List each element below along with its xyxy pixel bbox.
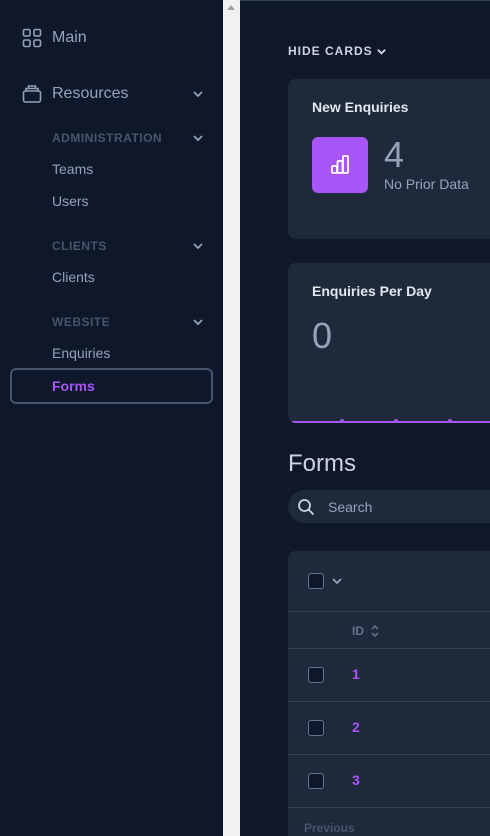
nav-resources[interactable]: Resources: [0, 80, 223, 108]
section-website-title: WEBSITE: [52, 315, 111, 329]
card-title: New Enquiries: [312, 99, 409, 115]
row-id-link[interactable]: 1: [352, 666, 360, 682]
chevron-down-icon[interactable]: [192, 316, 204, 328]
chevron-down-icon[interactable]: [192, 88, 204, 100]
nav-main-label: Main: [52, 29, 87, 46]
sort-icon[interactable]: [370, 623, 380, 639]
forms-table: ID 1 2 3 Previous: [288, 551, 490, 836]
section-clients[interactable]: CLIENTS: [0, 236, 223, 256]
sparkline-point: [448, 419, 452, 423]
sidebar-item-users[interactable]: Users: [52, 193, 89, 209]
search-icon: [298, 499, 315, 516]
sidebar-item-teams[interactable]: Teams: [52, 161, 93, 177]
sidebar: Main Resources ADMINISTRATION Teams User…: [0, 0, 223, 836]
page-title: Forms: [288, 450, 356, 477]
select-all-checkbox[interactable]: [308, 573, 324, 589]
metric-subtitle: No Prior Data: [384, 176, 469, 192]
sparkline-point: [340, 419, 344, 423]
sidebar-scrollbar[interactable]: [223, 0, 240, 836]
table-toolbar: [288, 551, 490, 612]
chevron-down-icon[interactable]: [192, 132, 204, 144]
row-id-link[interactable]: 2: [352, 719, 360, 735]
section-website[interactable]: WEBSITE: [0, 312, 223, 332]
search-input[interactable]: Search: [288, 490, 490, 523]
row-checkbox[interactable]: [308, 667, 324, 683]
nav-main[interactable]: Main: [0, 24, 223, 52]
row-checkbox[interactable]: [308, 773, 324, 789]
search-placeholder: Search: [328, 499, 373, 515]
chart-bar-icon: [312, 137, 368, 193]
column-header-id-label: ID: [352, 624, 364, 638]
card-new-enquiries: New Enquiries 4 No Prior Data: [288, 79, 490, 239]
section-clients-title: CLIENTS: [52, 239, 107, 253]
sidebar-item-forms-label: Forms: [52, 378, 95, 394]
table-row: 2: [288, 702, 490, 755]
pagination-previous-button[interactable]: Previous: [304, 821, 355, 835]
row-id-link[interactable]: 3: [352, 772, 360, 788]
metric-value: 4: [384, 134, 405, 175]
card-title: Enquiries Per Day: [312, 283, 432, 299]
chevron-down-icon: [376, 48, 386, 55]
table-row: 1: [288, 649, 490, 702]
grid-icon: [22, 28, 42, 48]
table-row: 3: [288, 755, 490, 808]
sidebar-item-clients[interactable]: Clients: [52, 269, 95, 285]
card-enquiries-per-day: Enquiries Per Day 0: [288, 263, 490, 423]
hide-cards-button[interactable]: HIDE CARDS: [288, 44, 387, 58]
sparkline-point: [394, 419, 398, 423]
sparkline: [288, 419, 490, 423]
section-administration-title: ADMINISTRATION: [52, 131, 163, 145]
chevron-down-icon[interactable]: [192, 240, 204, 252]
section-administration[interactable]: ADMINISTRATION: [0, 128, 223, 148]
sidebar-item-forms[interactable]: Forms: [10, 368, 213, 404]
sidebar-item-enquiries[interactable]: Enquiries: [52, 345, 110, 361]
table-header: ID: [288, 612, 490, 649]
box-icon: [22, 85, 42, 103]
chevron-down-icon[interactable]: [331, 575, 343, 587]
hide-cards-label: HIDE CARDS: [288, 44, 373, 58]
main-content: HIDE CARDS New Enquiries 4 No Prior Data…: [240, 0, 490, 836]
scroll-up-arrow-icon[interactable]: [227, 5, 235, 10]
nav-resources-label: Resources: [52, 85, 129, 102]
metric-value: 0: [312, 315, 333, 356]
row-checkbox[interactable]: [308, 720, 324, 736]
column-header-id[interactable]: ID: [352, 623, 380, 639]
